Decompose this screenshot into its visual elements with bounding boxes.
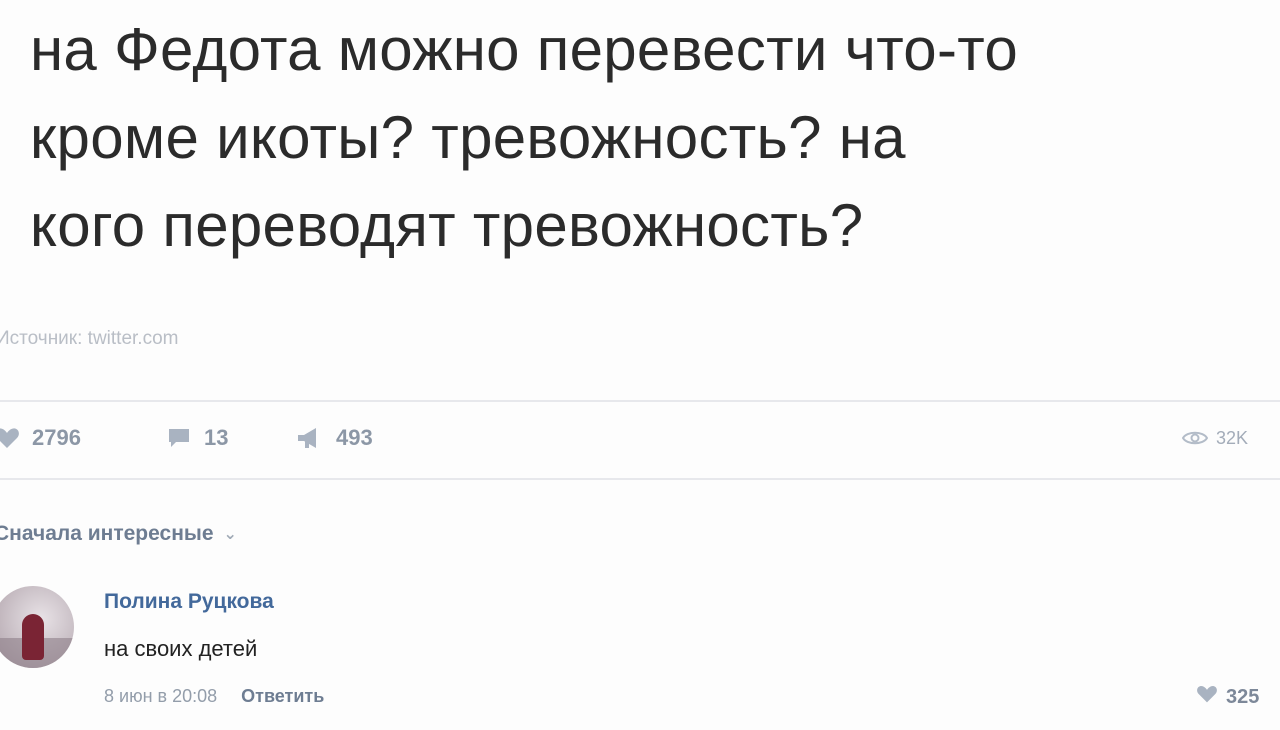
comment-button[interactable]: 13: [166, 418, 228, 458]
post-source-link[interactable]: Источник: twitter.com: [0, 328, 178, 350]
comment-date[interactable]: 8 июн в 20:08: [104, 686, 217, 707]
comments-sort-dropdown[interactable]: Сначала интересные ⌄: [0, 522, 237, 546]
divider: [0, 478, 1280, 480]
heart-icon: [1196, 684, 1218, 710]
share-count: 493: [336, 425, 373, 450]
avatar[interactable]: [0, 586, 74, 668]
eye-icon: [1182, 428, 1208, 448]
chevron-down-icon: ⌄: [223, 526, 237, 543]
views-count: 32K: [1216, 427, 1249, 448]
post-text: на Федота можно перевести что-то кроме и…: [30, 6, 1260, 270]
comment-text: на своих детей: [104, 636, 258, 661]
post-text-line: кого переводят тревожность?: [30, 192, 864, 259]
comment-meta: 8 июн в 20:08 Ответить: [104, 686, 324, 707]
post-text-line: кроме икоты? тревожность? на: [30, 104, 906, 171]
share-button[interactable]: 493: [296, 418, 373, 458]
comment-like-button[interactable]: 325: [1196, 684, 1259, 710]
comment-count: 13: [204, 425, 229, 450]
comment-author-link[interactable]: Полина Руцкова: [104, 590, 274, 614]
post-text-line: на Федота можно перевести что-то: [30, 16, 1019, 83]
avatar-figure: [22, 614, 44, 660]
like-count: 2796: [32, 425, 81, 450]
reply-button[interactable]: Ответить: [241, 686, 324, 707]
post-screen: на Федота можно перевести что-то кроме и…: [0, 0, 1280, 730]
megaphone-icon: [296, 426, 324, 450]
divider: [0, 400, 1280, 402]
heart-icon: [0, 426, 20, 450]
comment-icon: [166, 426, 192, 450]
views-counter: 32K: [1182, 418, 1248, 458]
post-actions-bar: 2796 13 493 32K: [0, 418, 1280, 458]
comment-like-count: 325: [1226, 685, 1260, 708]
comments-sort-label: Сначала интересные: [0, 522, 214, 545]
like-button[interactable]: 2796: [0, 418, 81, 458]
